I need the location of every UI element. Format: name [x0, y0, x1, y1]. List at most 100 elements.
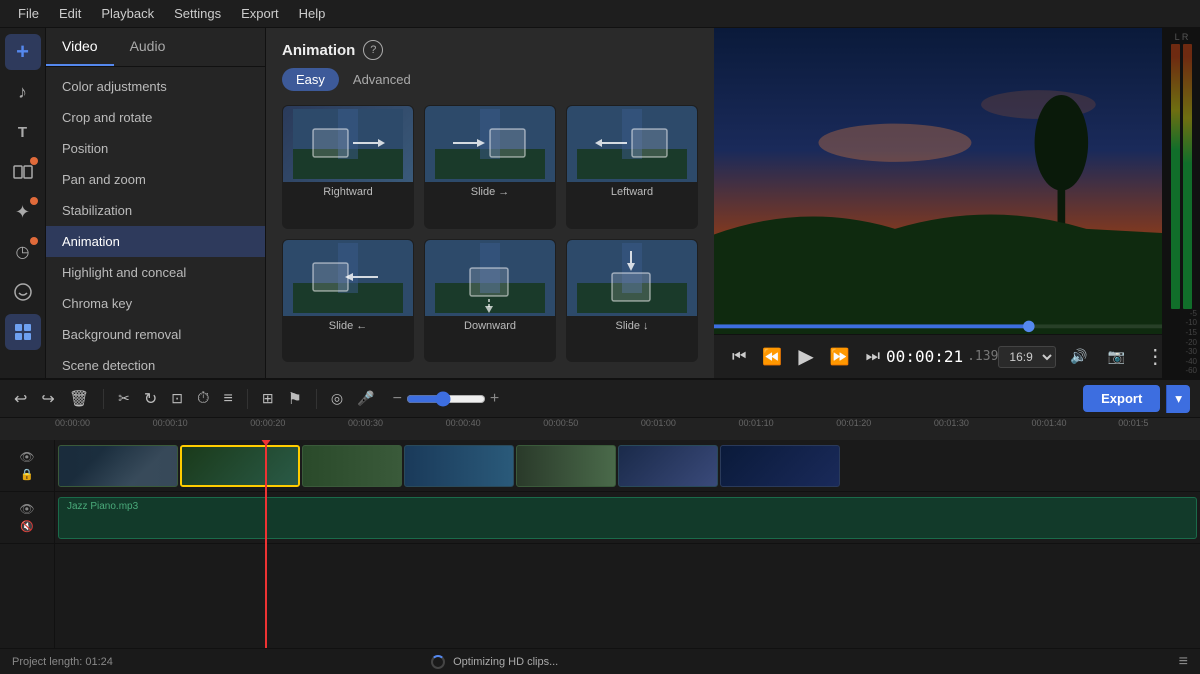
delete-button[interactable]: 🗑 — [65, 385, 93, 413]
next-frame-button[interactable]: ⏩ — [824, 343, 856, 371]
effects-button[interactable]: ✦ — [5, 194, 41, 230]
skip-start-button[interactable]: ⏮ — [726, 344, 752, 370]
aspect-ratio-select[interactable]: 16:9 4:3 1:1 9:16 — [998, 346, 1056, 368]
animation-card-downward[interactable]: Downward — [424, 239, 556, 363]
menu-playback[interactable]: Playback — [91, 4, 164, 23]
animation-panel: Animation ? Easy Advanced — [266, 28, 714, 378]
ruler-tick-9: 00:01:30 — [934, 418, 969, 428]
menu-position[interactable]: Position — [46, 133, 265, 164]
eye-icon[interactable]: 👁 — [19, 450, 34, 464]
menu-color-adjustments[interactable]: Color adjustments — [46, 71, 265, 102]
zoom-in-icon[interactable]: + — [490, 390, 499, 408]
vu-right-bar — [1183, 44, 1192, 309]
animation-grid: Rightward Slide → — [266, 99, 714, 378]
menu-crop-rotate[interactable]: Crop and rotate — [46, 102, 265, 133]
ruler-tick-4: 00:00:40 — [446, 418, 481, 428]
card-label-slide-right: Slide → — [425, 182, 555, 204]
video-clip-5[interactable] — [516, 445, 616, 487]
prev-frame-button[interactable]: ⏪ — [756, 343, 788, 371]
cut-button[interactable]: ✂ — [114, 386, 134, 411]
menu-animation[interactable]: Animation — [46, 226, 265, 257]
zoom-control: − + — [393, 390, 500, 408]
mic-button[interactable]: 🎤 — [353, 386, 378, 411]
zoom-slider[interactable] — [406, 391, 486, 407]
lock-icon[interactable]: 🔒 — [20, 468, 34, 481]
video-clip-1[interactable] — [58, 445, 178, 487]
apps-button[interactable] — [5, 314, 41, 350]
volume-button[interactable]: 🔊 — [1064, 344, 1093, 369]
menu-stabilization[interactable]: Stabilization — [46, 195, 265, 226]
track-labels-column: 👁 🔒 👁 🔇 — [0, 440, 55, 648]
track-content: Jazz Piano.mp3 var bars = ""; — [55, 440, 1200, 648]
animation-card-slide-right[interactable]: Slide → — [424, 105, 556, 229]
animation-card-slide-left[interactable]: Slide ← — [282, 239, 414, 363]
levels-button[interactable]: ≡ — [219, 386, 236, 412]
text-button[interactable]: T — [5, 114, 41, 150]
help-button[interactable]: ? — [363, 40, 383, 60]
menu-chroma-key[interactable]: Chroma key — [46, 288, 265, 319]
menu-help[interactable]: Help — [289, 4, 336, 23]
export-button[interactable]: Export — [1083, 385, 1160, 412]
export-dropdown-button[interactable]: ▾ — [1166, 385, 1190, 413]
audio-clip[interactable]: Jazz Piano.mp3 var bars = ""; — [58, 497, 1197, 539]
ruler-content: 00:00:00 00:00:10 00:00:20 00:00:30 00:0… — [55, 418, 1140, 440]
menu-background-removal[interactable]: Background removal — [46, 319, 265, 350]
menu-highlight-conceal[interactable]: Highlight and conceal — [46, 257, 265, 288]
video-track-content[interactable] — [55, 440, 1200, 492]
menu-file[interactable]: File — [8, 4, 49, 23]
zoom-out-icon[interactable]: − — [393, 390, 402, 408]
menu-settings[interactable]: Settings — [164, 4, 231, 23]
video-clip-4[interactable] — [404, 445, 514, 487]
list-view-button[interactable]: ≡ — [1179, 653, 1188, 671]
crop-button[interactable]: ⊡ — [167, 386, 187, 411]
ruler-tick-0: 00:00:00 — [55, 418, 90, 428]
side-panel: Video Audio Color adjustments Crop and r… — [46, 28, 266, 378]
tab-video[interactable]: Video — [46, 28, 114, 66]
menu-pan-zoom[interactable]: Pan and zoom — [46, 164, 265, 195]
audio-track-content[interactable]: Jazz Piano.mp3 var bars = ""; — [55, 492, 1200, 544]
add-media-button[interactable]: + — [5, 34, 41, 70]
animation-card-leftward[interactable]: Leftward — [566, 105, 698, 229]
card-label-downward: Downward — [425, 316, 555, 338]
skip-end-button[interactable]: ⏭ — [860, 344, 886, 370]
sub-tab-easy[interactable]: Easy — [282, 68, 339, 91]
sticker-button[interactable] — [5, 274, 41, 310]
card-label-slide-down: Slide ↓ — [567, 316, 697, 338]
tab-audio[interactable]: Audio — [114, 28, 182, 66]
clock-button[interactable]: ◷ — [5, 234, 41, 270]
audio-eye-icon[interactable]: 👁 — [19, 502, 34, 516]
video-clip-2-selected[interactable] — [180, 445, 300, 487]
ruler-tick-5: 00:00:50 — [543, 418, 578, 428]
preview-controls: ⏮ ⏪ ▶ ⏩ ⏭ 00:00:21 .139 16:9 4:3 1:1 9:1… — [714, 334, 1162, 378]
ruler-tick-2: 00:00:20 — [250, 418, 285, 428]
video-clip-3[interactable] — [302, 445, 402, 487]
animation-header: Animation ? — [266, 28, 714, 68]
sub-tab-advanced[interactable]: Advanced — [339, 68, 425, 91]
menu-edit[interactable]: Edit — [49, 4, 91, 23]
audio-mute-icon[interactable]: 🔇 — [20, 520, 34, 533]
optimizing-text: Optimizing HD clips... — [453, 656, 558, 668]
loading-spinner — [431, 655, 445, 669]
animation-title: Animation — [282, 42, 355, 59]
panel-menu: Color adjustments Crop and rotate Positi… — [46, 67, 265, 378]
music-button[interactable]: ♪ — [5, 74, 41, 110]
time-section: 00:00:21 .139 — [886, 347, 998, 366]
toolbar-divider-1 — [103, 389, 104, 409]
circle-button[interactable]: ◎ — [327, 386, 347, 411]
menu-export[interactable]: Export — [231, 4, 289, 23]
redo-button[interactable]: ↪ — [37, 385, 58, 413]
menu-scene-detection[interactable]: Scene detection — [46, 350, 265, 378]
play-button[interactable]: ▶ — [792, 340, 819, 373]
video-clip-6[interactable] — [618, 445, 718, 487]
timeline-ruler: 00:00:00 00:00:10 00:00:20 00:00:30 00:0… — [0, 418, 1200, 440]
animation-card-slide-down[interactable]: Slide ↓ — [566, 239, 698, 363]
screenshot-button[interactable]: 📷 — [1102, 344, 1131, 369]
fit-button[interactable]: ⊞ — [258, 386, 278, 411]
timer-button[interactable]: ⏱ — [193, 386, 213, 412]
transitions-button[interactable] — [5, 154, 41, 190]
rotate-button[interactable]: ↻ — [140, 385, 161, 413]
animation-card-rightward[interactable]: Rightward — [282, 105, 414, 229]
video-clip-7[interactable] — [720, 445, 840, 487]
undo-button[interactable]: ↩ — [10, 385, 31, 413]
flag-button[interactable]: ⚑ — [284, 385, 306, 413]
